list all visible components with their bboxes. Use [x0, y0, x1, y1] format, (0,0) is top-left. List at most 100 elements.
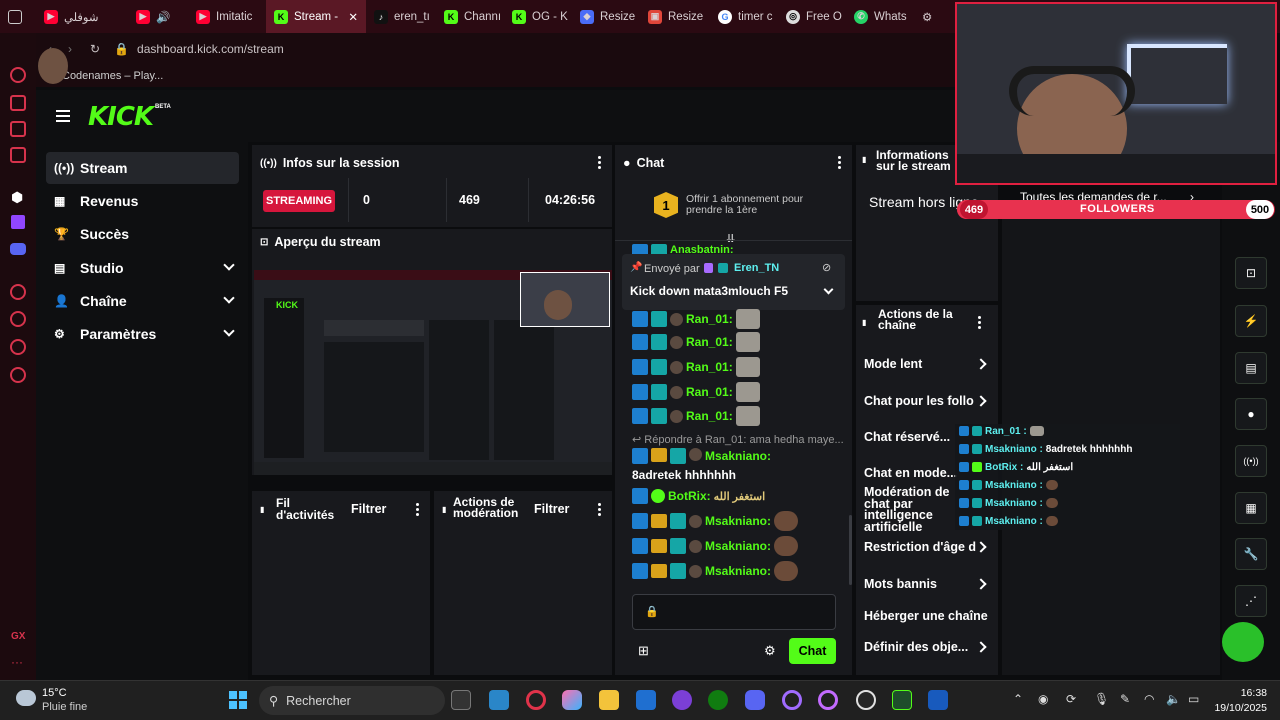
tab-free[interactable]: ◎ Free O [778, 0, 846, 33]
chat-username[interactable]: Msakniano: [705, 539, 771, 553]
action-banned-words[interactable]: Mots bannis [864, 577, 937, 591]
opera-icon[interactable] [818, 690, 838, 710]
task-view-icon[interactable] [451, 690, 471, 710]
nav-studio[interactable]: ▤ Studio [46, 252, 239, 284]
tab-whatsapp[interactable]: ✆ Whats [846, 0, 914, 33]
chat-username[interactable]: BotRix: [668, 489, 711, 503]
nav-achievements[interactable]: 🏆 Succès [46, 218, 239, 250]
word-icon[interactable] [928, 690, 948, 710]
tab-youtube-1[interactable]: ▶ شوفلي [36, 0, 128, 33]
activity-filter-button[interactable]: Filtrer [351, 502, 386, 516]
weather-desc[interactable]: Pluie fine [42, 701, 87, 713]
lightning-icon[interactable]: ⚡ [1235, 305, 1267, 337]
nav-stream[interactable]: ((•)) Stream [46, 152, 239, 184]
weather-icon[interactable] [16, 690, 36, 706]
moderation-menu-icon[interactable] [598, 503, 602, 517]
play-icon[interactable] [10, 284, 26, 300]
more-icon[interactable]: ··· [11, 655, 23, 669]
chat-message[interactable]: Ran_01: [632, 331, 760, 353]
unpin-icon[interactable]: ⊘ [822, 261, 831, 274]
send-chat-button[interactable]: Chat [789, 638, 836, 664]
gx-icon[interactable]: GX [11, 631, 25, 642]
chat-message[interactable]: Msakniano: [632, 510, 799, 532]
store-icon[interactable] [636, 690, 656, 710]
obs-icon[interactable] [856, 690, 876, 710]
wifi-icon[interactable]: ◠ [1144, 692, 1154, 706]
broadcast-icon[interactable]: ((•)) [1235, 445, 1267, 477]
reload-icon[interactable]: ↻ [90, 42, 100, 56]
chat-menu-icon[interactable] [838, 156, 842, 170]
tab-devtools[interactable] [0, 0, 36, 33]
pen-icon[interactable]: ✎ [1120, 692, 1130, 706]
tab-imitation[interactable]: ▶ Imitatic [188, 0, 266, 33]
settings-icon[interactable] [10, 367, 26, 383]
copilot-icon[interactable] [562, 690, 582, 710]
history-icon[interactable] [10, 311, 26, 327]
chat-username[interactable]: Ran_01: [686, 360, 733, 374]
channel-actions-menu-icon[interactable] [978, 316, 982, 330]
chat-message[interactable]: Ran_01: [632, 381, 760, 403]
chat-username[interactable]: Msakniano: [705, 514, 771, 528]
url-field[interactable]: dashboard.kick.com/stream [137, 42, 284, 56]
hamburger-menu-icon[interactable] [56, 110, 70, 122]
chat-username[interactable]: Ran_01: [686, 385, 733, 399]
chat-scrollbar[interactable] [849, 515, 852, 585]
clock-date[interactable]: 19/10/2025 [1211, 702, 1267, 714]
close-tab-icon[interactable]: ✕ [348, 10, 358, 24]
action-slow-mode[interactable]: Mode lent [864, 357, 922, 371]
messenger-icon[interactable] [10, 147, 26, 163]
volume-icon[interactable]: 🔈 [1166, 692, 1181, 706]
kick-app-icon[interactable] [892, 690, 912, 710]
tab-youtube-audio[interactable]: ▶ 🔊 [128, 0, 188, 33]
chevron-up-icon[interactable]: ⌃ [1013, 692, 1023, 706]
twitch-icon[interactable] [11, 215, 25, 229]
chat-username[interactable]: Msakniano: [705, 448, 771, 464]
chat-username[interactable]: Ran_01: [686, 335, 733, 349]
activity-menu-icon[interactable] [416, 503, 420, 517]
chat-username[interactable]: Ran_01: [686, 312, 733, 326]
chat-message[interactable]: Msakniano: 8adretek hhhhhhh [632, 446, 842, 482]
moderation-filter-button[interactable]: Filtrer [534, 502, 569, 516]
refresh-app-icon[interactable] [10, 67, 26, 83]
chat-settings-icon[interactable]: ⚙ [764, 643, 776, 659]
chat-message[interactable]: Ran_01: [632, 405, 760, 427]
nav-settings[interactable]: ⚙ Paramètres [46, 318, 239, 350]
action-followers-chat[interactable]: Chat pour les follo [864, 394, 974, 408]
chat-message[interactable]: BotRix: استغفر الله [632, 485, 765, 507]
tab-tiktok[interactable]: ♪ eren_tı [366, 0, 436, 33]
extensions-icon[interactable] [10, 339, 26, 355]
wrench-icon[interactable]: 🔧 [1235, 538, 1267, 570]
tab-timer[interactable]: Gtimer c [710, 0, 778, 33]
action-age-restriction[interactable]: Restriction d'âge d [864, 540, 976, 554]
tab-resize-2[interactable]: ▣ Resize [640, 0, 710, 33]
chat-message[interactable]: Ran_01: [632, 356, 760, 378]
pinned-by-user[interactable]: Eren_TN [734, 262, 779, 274]
bookmark-codenames[interactable]: Codenames – Play... [62, 70, 163, 82]
photos-icon[interactable] [489, 690, 509, 710]
battery-icon[interactable]: ▭ [1188, 692, 1199, 706]
tab-kick-channel[interactable]: K Channı [436, 0, 504, 33]
chat-input[interactable]: 🔒 [632, 594, 836, 630]
opera-icon[interactable] [782, 690, 802, 710]
session-menu-icon[interactable] [598, 156, 602, 170]
chat-message[interactable]: Ran_01: [632, 308, 760, 330]
action-chat-mode[interactable]: Chat en mode... [864, 466, 957, 480]
action-reserved-chat[interactable]: Chat réservé... [864, 430, 950, 444]
microphone-icon[interactable]: 🎙 [1094, 692, 1109, 706]
gallery-icon[interactable] [10, 121, 26, 137]
kick-logo[interactable]: KICK [88, 102, 154, 132]
app-icon[interactable] [672, 690, 692, 710]
nav-channel[interactable]: 👤 Chaîne [46, 285, 239, 317]
xbox-icon[interactable] [708, 690, 728, 710]
discord-icon[interactable] [10, 243, 26, 255]
chat-message[interactable]: Msakniano: [632, 560, 799, 582]
sub-gift-offer[interactable]: Offrir 1 abonnement pour prendre la 1ère [686, 194, 816, 216]
discord-icon[interactable] [745, 690, 765, 710]
pinned-message-card[interactable]: 📌 Envoyé par Eren_TN ⊘ Kick down mata3ml… [622, 254, 845, 310]
action-host-channel[interactable]: Héberger une chaîne [864, 609, 988, 623]
camera-frame-icon[interactable]: ⊡ [1235, 257, 1267, 289]
forward-icon[interactable]: › [68, 42, 72, 56]
layout-icon[interactable]: ▦ [1235, 492, 1267, 524]
tab-resize-1[interactable]: ◆ Resize [572, 0, 640, 33]
action-ai-moderation[interactable]: Modération de chat par intelligence arti… [864, 486, 954, 533]
